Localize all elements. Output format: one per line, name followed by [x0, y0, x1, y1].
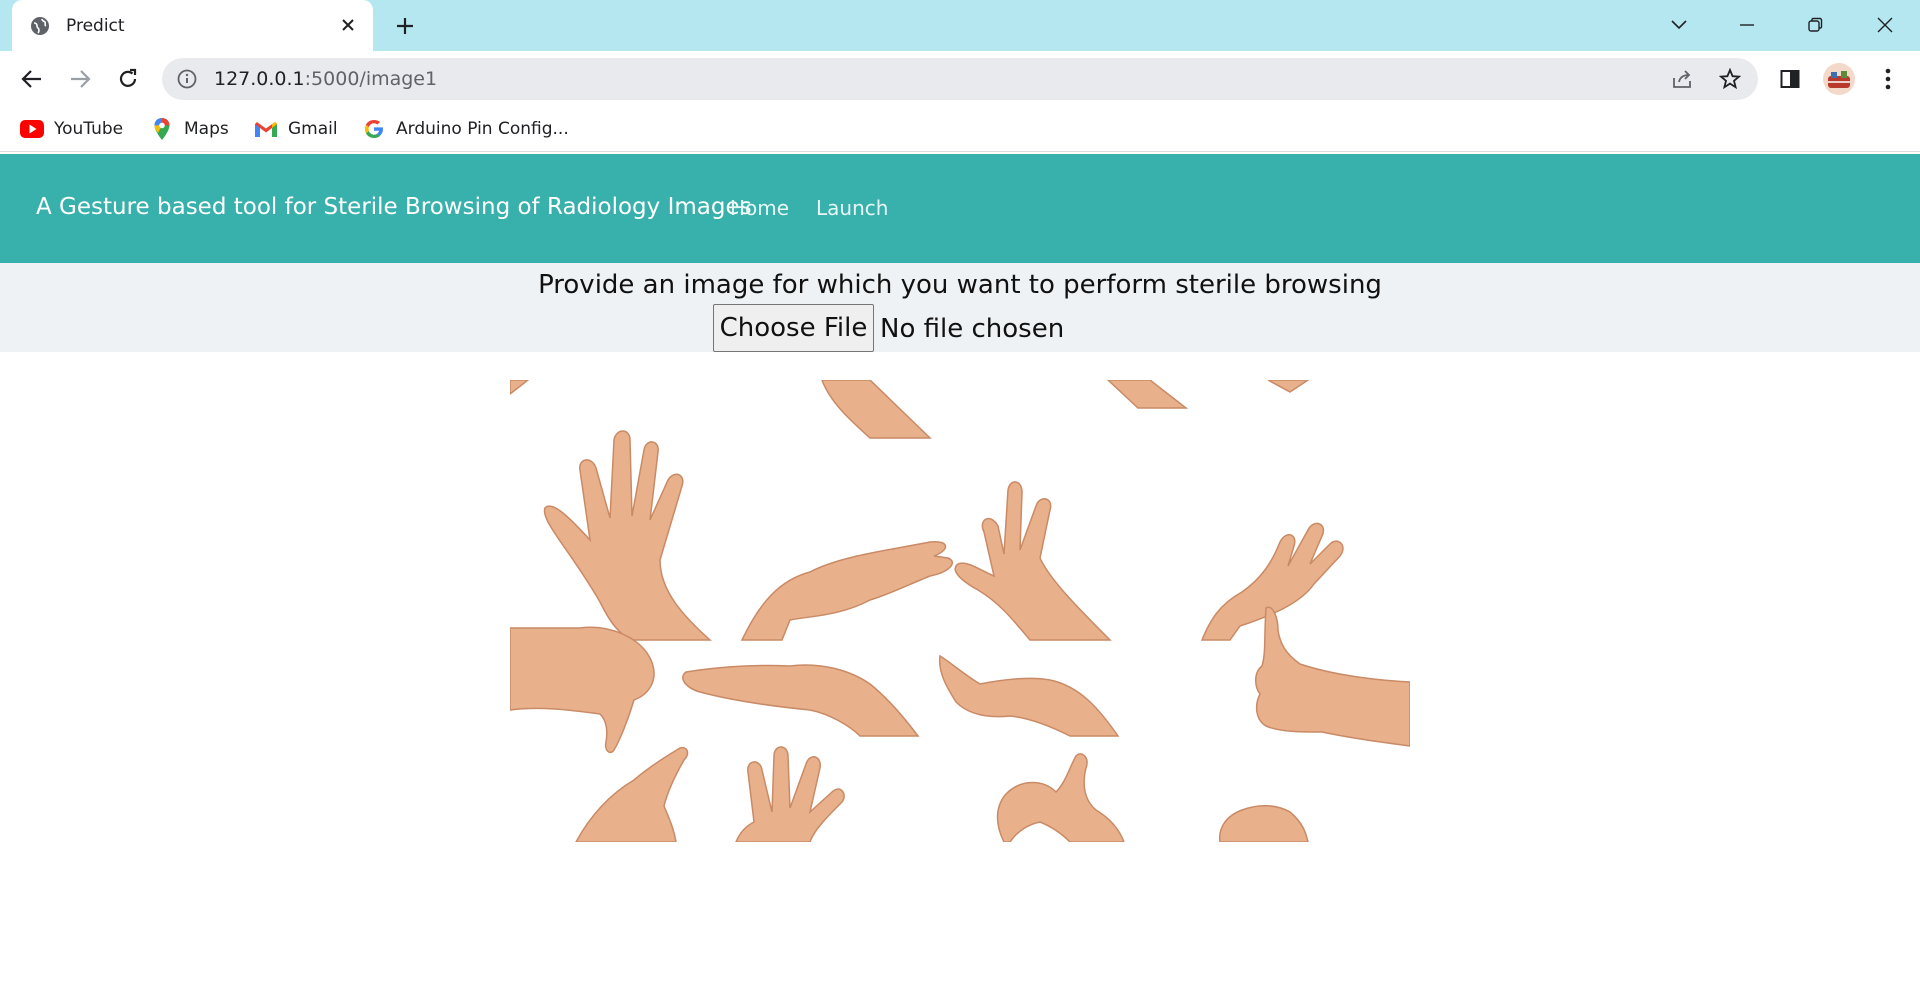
maps-pin-icon — [150, 118, 174, 140]
hand-fragment — [510, 380, 530, 395]
profile-avatar[interactable] — [1822, 62, 1856, 96]
url-path: :5000/image1 — [304, 68, 438, 90]
new-tab-icon[interactable] — [392, 13, 418, 39]
close-tab-icon[interactable] — [337, 14, 359, 36]
bookmarks-bar: YouTube Maps Gmail Arduino Pin Config... — [0, 106, 1920, 152]
hand-thumbs-down — [510, 626, 655, 754]
side-panel-icon[interactable] — [1774, 63, 1806, 95]
hand-bottom-pointing — [575, 746, 689, 842]
kebab-menu-icon[interactable] — [1872, 63, 1904, 95]
back-arrow-icon[interactable] — [16, 63, 48, 95]
hand-fragment — [821, 380, 932, 439]
browser-toolbar: 127.0.0.1:5000/image1 — [0, 51, 1920, 106]
hand-fragment — [1267, 380, 1310, 393]
bookmark-maps[interactable]: Maps — [150, 115, 229, 143]
bookmark-label: Arduino Pin Config... — [396, 119, 569, 139]
bookmark-star-icon[interactable] — [1718, 67, 1742, 91]
hand-gestures-image — [510, 380, 1410, 842]
share-icon[interactable] — [1670, 67, 1694, 91]
site-info-icon[interactable] — [176, 68, 198, 90]
tab-title: Predict — [66, 15, 125, 36]
youtube-icon — [20, 118, 44, 140]
bookmark-label: YouTube — [54, 119, 124, 139]
minimize-icon[interactable] — [1732, 10, 1762, 40]
hand-fragment — [1106, 380, 1189, 409]
file-status: No file chosen — [880, 314, 1065, 344]
hand-open-palm — [543, 430, 712, 641]
site-brand[interactable]: A Gesture based tool for Sterile Browsin… — [36, 194, 752, 220]
hand-pointing — [938, 654, 1120, 737]
nav-link-launch[interactable]: Launch — [816, 196, 888, 220]
tab-search-chevron-icon[interactable] — [1664, 10, 1694, 40]
restore-icon[interactable] — [1800, 10, 1830, 40]
hand-claw — [954, 481, 1112, 641]
nav-link-home[interactable]: Home — [730, 196, 789, 220]
bookmark-arduino-pin-config[interactable]: Arduino Pin Config... — [362, 115, 569, 143]
tab-strip: Predict — [0, 0, 1920, 51]
gmail-icon — [254, 118, 278, 140]
upload-form: Provide an image for which you want to p… — [0, 263, 1920, 352]
site-navbar: A Gesture based tool for Sterile Browsin… — [0, 154, 1920, 263]
tab-predict[interactable]: Predict — [12, 0, 373, 51]
bookmark-youtube[interactable]: YouTube — [20, 115, 123, 143]
hand-thumbs-up — [1255, 606, 1410, 747]
globe-icon — [30, 16, 50, 36]
hand-palm-up — [740, 541, 953, 641]
forward-arrow-icon[interactable] — [64, 63, 96, 95]
hand-bottom-spread — [735, 746, 845, 842]
hand-bottom-fist — [1218, 805, 1309, 842]
choose-file-button[interactable]: Choose File — [713, 304, 874, 352]
bookmark-gmail[interactable]: Gmail — [254, 115, 338, 143]
url-host: 127.0.0.1 — [214, 68, 305, 90]
close-window-icon[interactable] — [1870, 10, 1900, 40]
hand-ok-sign — [996, 753, 1125, 842]
bookmark-label: Maps — [184, 119, 229, 139]
upload-prompt: Provide an image for which you want to p… — [538, 270, 1382, 300]
address-bar[interactable]: 127.0.0.1:5000/image1 — [162, 58, 1758, 100]
reload-icon[interactable] — [112, 63, 144, 95]
bookmark-label: Gmail — [288, 119, 338, 139]
hand-flat-side — [682, 664, 920, 737]
google-icon — [362, 118, 386, 140]
url-text[interactable]: 127.0.0.1:5000/image1 — [214, 68, 437, 90]
